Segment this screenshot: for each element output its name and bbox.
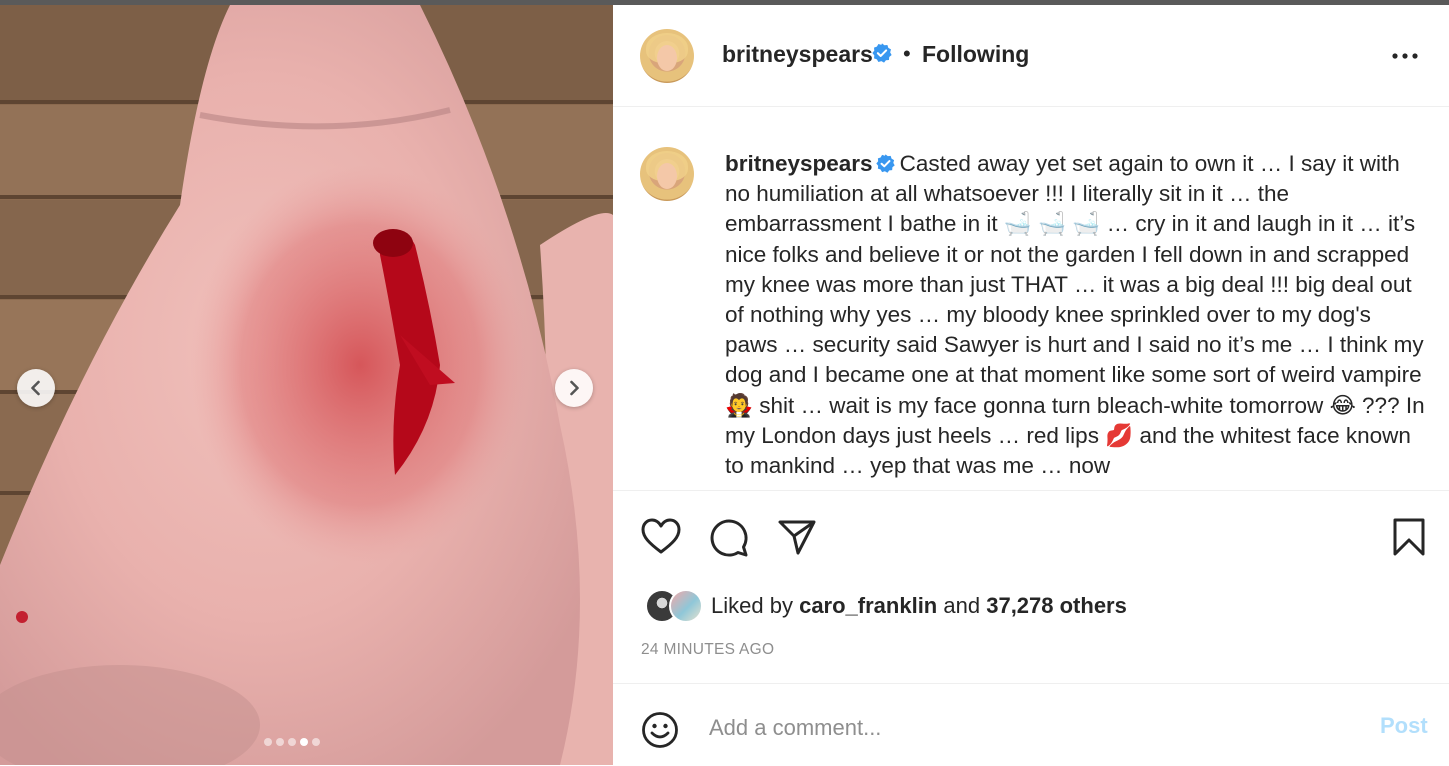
slide-dot xyxy=(312,738,320,746)
caption-text: Casted away yet set again to own it … I … xyxy=(725,151,1425,479)
add-comment-bar: Post xyxy=(613,683,1449,766)
smiley-icon[interactable] xyxy=(641,711,679,749)
header-separator: • xyxy=(903,41,911,66)
bookmark-icon[interactable] xyxy=(1392,517,1426,557)
slide-dot xyxy=(264,738,272,746)
heart-icon[interactable] xyxy=(641,518,681,556)
verified-badge-icon xyxy=(875,153,895,173)
post-header: britneyspears • Following xyxy=(613,5,1449,107)
more-horizontal-icon[interactable] xyxy=(1390,41,1420,71)
slide-indicator xyxy=(264,738,320,746)
post-actions: Liked by caro_franklin and 37,278 others… xyxy=(613,490,1449,686)
chevron-right-icon xyxy=(570,380,579,396)
post-caption: britneyspears Casted away yet set again … xyxy=(725,149,1425,481)
slide-dot xyxy=(276,738,284,746)
comment-input[interactable] xyxy=(707,710,1351,746)
paper-plane-icon[interactable] xyxy=(777,518,817,556)
author-avatar[interactable] xyxy=(640,29,694,83)
liker-avatar[interactable] xyxy=(669,589,703,623)
slide-dot xyxy=(288,738,296,746)
caption-avatar[interactable] xyxy=(640,147,694,201)
comment-icon[interactable] xyxy=(709,518,749,558)
post-comment-button[interactable]: Post xyxy=(1380,713,1428,739)
liked-by-text: Liked by caro_franklin and 37,278 others xyxy=(711,593,1127,618)
author-username[interactable]: britneyspears xyxy=(722,41,873,68)
post-details-panel: britneyspears • Following britneyspears … xyxy=(613,5,1449,765)
verified-badge-icon xyxy=(872,43,892,63)
following-button[interactable]: Following xyxy=(922,41,1029,68)
post-photo xyxy=(0,5,613,765)
caption-area: britneyspears Casted away yet set again … xyxy=(613,107,1449,490)
liker-username[interactable]: caro_franklin xyxy=(799,593,937,618)
prev-slide-button[interactable] xyxy=(17,369,55,407)
post-timestamp[interactable]: 24 MINUTES AGO xyxy=(641,641,774,659)
next-slide-button[interactable] xyxy=(555,369,593,407)
caption-username[interactable]: britneyspears xyxy=(725,151,873,176)
post-media xyxy=(0,5,613,765)
chevron-left-icon xyxy=(31,380,40,396)
slide-dot-active xyxy=(300,738,308,746)
likes-count[interactable]: 37,278 others xyxy=(986,593,1127,618)
likes-summary: Liked by caro_franklin and 37,278 others xyxy=(645,589,1127,623)
